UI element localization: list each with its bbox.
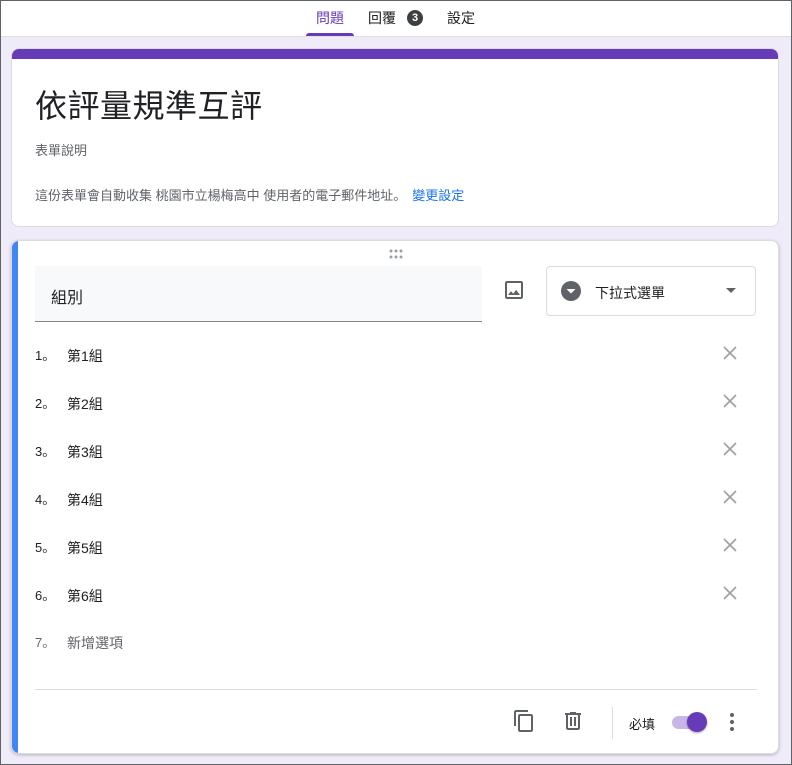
option-number: 2。 <box>35 396 56 411</box>
close-icon[interactable] <box>722 441 738 457</box>
question-title-text: 組別 <box>51 290 84 307</box>
responses-count-badge: 3 <box>407 10 423 26</box>
more-vert-icon[interactable] <box>722 711 742 733</box>
option-item[interactable]: 5。 第5組 <box>35 537 757 577</box>
copy-icon[interactable] <box>512 709 536 733</box>
option-number: 4。 <box>35 492 56 507</box>
option-label[interactable]: 第5組 <box>67 538 103 558</box>
drag-handle-icon[interactable] <box>388 249 404 259</box>
dropdown-type-icon <box>561 281 581 301</box>
form-description[interactable]: 表單說明 <box>35 140 87 159</box>
form-header-card[interactable]: 依評量規準互評 表單說明 這份表單會自動收集 桃園市立楊梅高中 使用者的電子郵件… <box>11 48 779 227</box>
option-label[interactable]: 第6組 <box>67 586 103 606</box>
close-icon[interactable] <box>722 345 738 361</box>
required-label: 必填 <box>629 717 656 732</box>
close-icon[interactable] <box>722 393 738 409</box>
question-card[interactable]: 組別 下拉式選單 1。 第1組 2。 第2組 3。 第3組 4。 第4組 5。 … <box>11 240 779 754</box>
option-number: 1。 <box>35 348 56 363</box>
footer-divider <box>35 689 757 690</box>
add-option-button[interactable]: 新增選項 <box>67 633 123 653</box>
form-title[interactable]: 依評量規準互評 <box>35 81 263 127</box>
tab-responses[interactable]: 回覆 <box>366 1 398 36</box>
option-item[interactable]: 2。 第2組 <box>35 393 757 433</box>
tab-questions[interactable]: 問題 <box>306 1 354 36</box>
option-label[interactable]: 第2組 <box>67 394 103 414</box>
email-collection-note: 這份表單會自動收集 桃園市立楊梅高中 使用者的電子郵件地址。 變更設定 <box>35 185 464 204</box>
option-item[interactable]: 6。 第6組 <box>35 585 757 625</box>
question-type-dropdown[interactable]: 下拉式選單 <box>546 266 756 316</box>
add-option-item[interactable]: 7。 新增選項 <box>35 632 757 672</box>
active-question-indicator <box>12 241 18 753</box>
required-toggle[interactable] <box>670 711 710 733</box>
option-label[interactable]: 第3組 <box>67 442 103 462</box>
image-icon[interactable] <box>502 278 526 302</box>
active-tab-indicator <box>306 33 354 36</box>
option-item[interactable]: 3。 第3組 <box>35 441 757 481</box>
tab-settings[interactable]: 設定 <box>445 1 477 36</box>
question-title-input[interactable]: 組別 <box>35 266 482 322</box>
top-tab-bar: 問題 回覆 3 設定 <box>1 1 791 37</box>
option-number: 7。 <box>35 635 56 650</box>
option-item[interactable]: 4。 第4組 <box>35 489 757 529</box>
email-note-text: 這份表單會自動收集 桃園市立楊梅高中 使用者的電子郵件地址。 <box>35 188 407 203</box>
close-icon[interactable] <box>722 585 738 601</box>
option-label[interactable]: 第4組 <box>67 490 103 510</box>
option-label[interactable]: 第1組 <box>67 346 103 366</box>
close-icon[interactable] <box>722 537 738 553</box>
option-number: 3。 <box>35 444 56 459</box>
toggle-knob <box>687 712 707 732</box>
question-type-label: 下拉式選單 <box>595 285 665 301</box>
trash-icon[interactable] <box>561 709 585 733</box>
chevron-down-icon <box>726 288 736 293</box>
close-icon[interactable] <box>722 489 738 505</box>
footer-separator <box>612 707 613 739</box>
option-number: 5。 <box>35 540 56 555</box>
option-number: 6。 <box>35 588 56 603</box>
change-settings-link[interactable]: 變更設定 <box>412 188 464 203</box>
header-accent-bar <box>12 49 778 59</box>
option-item[interactable]: 1。 第1組 <box>35 345 757 385</box>
